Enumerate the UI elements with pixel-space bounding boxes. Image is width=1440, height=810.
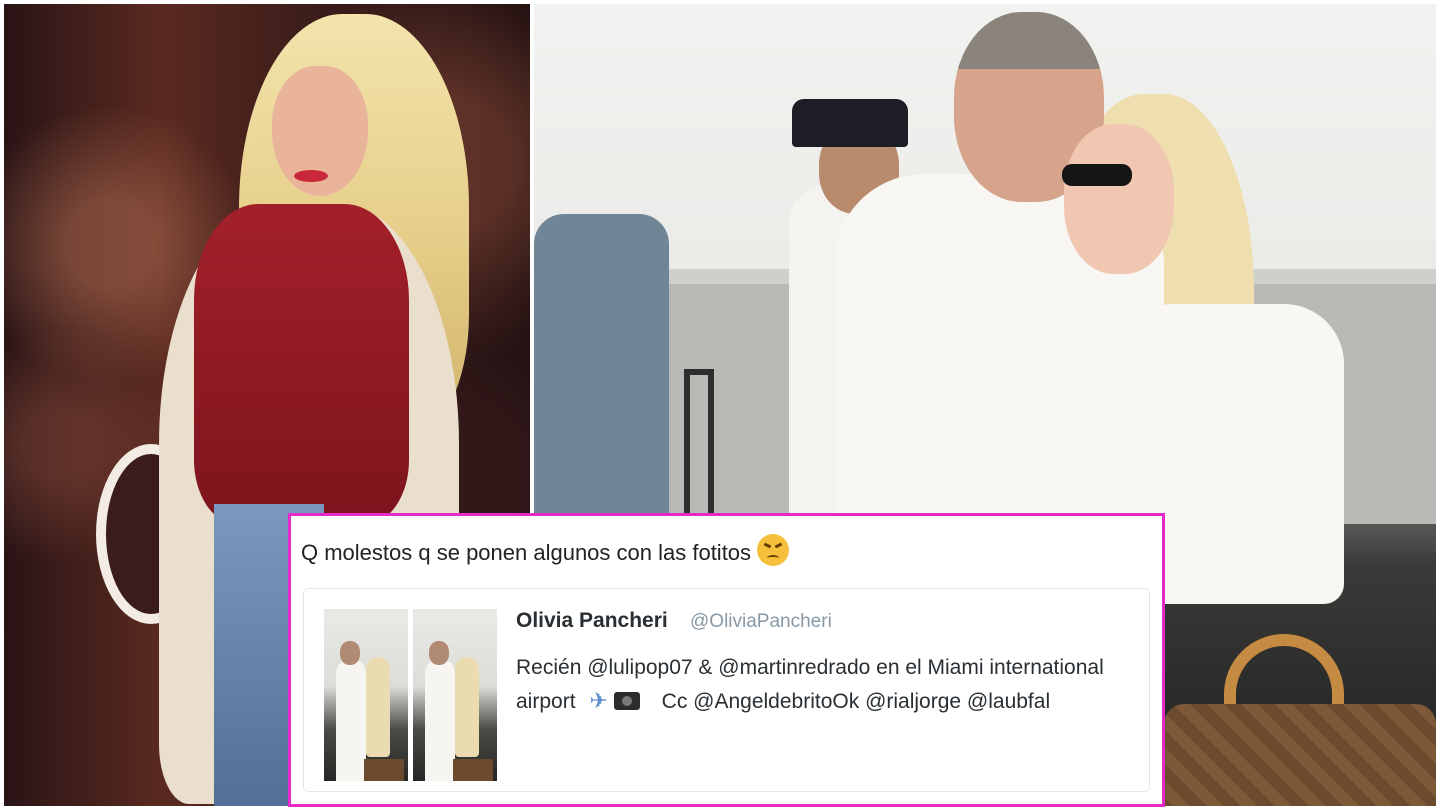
quoted-tweet[interactable]: Olivia Pancheri @OliviaPancheri Recién @… [303,588,1150,792]
tweet-text-content: Q molestos q se ponen algunos con las fo… [301,540,752,565]
woman-face-right [1064,124,1174,274]
traveler-left [534,214,669,524]
quoted-thumbnail-1[interactable] [324,609,408,781]
red-blouse [194,204,409,524]
angry-face-icon [757,534,790,566]
lips [294,170,328,182]
quoted-text: Recién @lulipop07 & @martinredrado en el… [516,651,1116,718]
quoted-text-mentions: Cc @AngeldebritoOk @rialjorge @laubfal [661,690,1051,713]
airplane-icon: ✈ [589,688,608,713]
suitcase-handle [684,369,714,519]
quoted-handle[interactable]: @OliviaPancheri [690,611,832,633]
tweet-text: Q molestos q se ponen algunos con las fo… [301,534,790,566]
quoted-thumbnail-2[interactable] [413,609,497,781]
pilot-cap [792,99,908,147]
camera-icon [613,692,640,710]
tweet-card: Q molestos q se ponen algunos con las fo… [288,513,1165,807]
sunglasses [1062,164,1132,186]
monogram-bag [1164,704,1436,806]
quoted-display-name[interactable]: Olivia Pancheri [516,609,668,633]
